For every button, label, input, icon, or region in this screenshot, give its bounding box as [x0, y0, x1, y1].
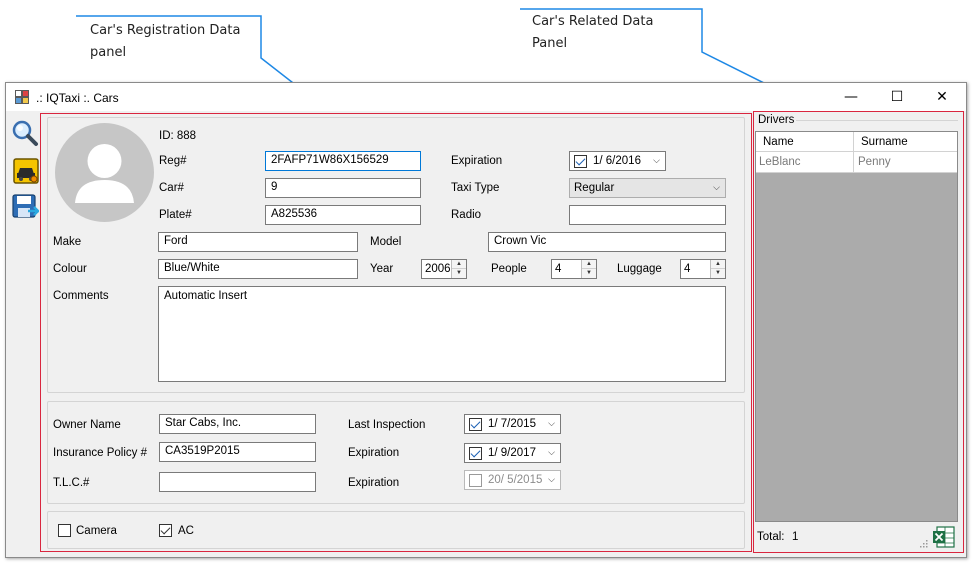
chevron-down-icon: ⌵ [548, 474, 555, 484]
radio-input[interactable] [569, 205, 726, 225]
comments-textarea[interactable]: Automatic Insert [158, 286, 726, 382]
luggage-stepper[interactable]: 4 ▲ ▼ [680, 259, 726, 279]
options-group [47, 511, 745, 549]
column-header-surname[interactable]: Surname [858, 132, 957, 151]
registration-expiration-checkbox[interactable] [574, 155, 587, 168]
search-icon[interactable] [11, 119, 39, 147]
make-input[interactable]: Ford [158, 232, 358, 252]
colour-input[interactable]: Blue/White [158, 259, 358, 279]
year-label: Year [370, 263, 394, 275]
year-down-arrow[interactable]: ▼ [452, 269, 466, 278]
registration-callout-line2: panel [90, 45, 127, 60]
tlc-label: T.L.C.# [53, 477, 90, 489]
maximize-button[interactable]: ☐ [874, 83, 920, 111]
drivers-grid-header: Name Surname [756, 132, 957, 152]
insurance-expiration-value: 1/ 9/2017 [488, 447, 536, 459]
related-callout-line1: Car's Related Data [532, 14, 654, 29]
make-label: Make [53, 236, 82, 248]
insurance-expiration-checkbox[interactable] [469, 447, 482, 460]
taxi-icon[interactable] [12, 157, 40, 185]
insurance-expiration-label: Expiration [348, 447, 400, 459]
owner-name-input[interactable]: Star Cabs, Inc. [159, 414, 316, 434]
column-header-name[interactable]: Name [760, 132, 854, 151]
ac-label: AC [178, 525, 194, 537]
tlc-expiration-picker[interactable]: 20/ 5/2015 ⌵ [464, 470, 561, 490]
people-up-arrow[interactable]: ▲ [582, 260, 596, 269]
driver-name-cell: LeBlanc [756, 152, 854, 172]
last-inspection-label: Last Inspection [348, 419, 426, 431]
registration-expiration-value: 1/ 6/2016 [593, 155, 641, 167]
window-title: .: IQTaxi :. Cars [36, 91, 119, 105]
excel-export-icon[interactable] [932, 525, 956, 549]
registration-expiration-picker[interactable]: 1/ 6/2016 ⌵ [569, 151, 666, 171]
taxi-type-select[interactable]: Regular ⌵ [569, 178, 726, 198]
people-label: People [491, 263, 527, 275]
luggage-label: Luggage [617, 263, 662, 275]
taxi-type-value: Regular [574, 182, 615, 194]
tlc-expiration-label: Expiration [348, 477, 400, 489]
car-photo-avatar[interactable] [55, 123, 154, 222]
registration-panel-callout: Car's Registration Data panel [90, 20, 240, 64]
total-label: Total: [757, 531, 785, 543]
camera-label: Camera [76, 525, 117, 537]
ac-checkbox[interactable] [159, 524, 172, 537]
person-icon [75, 144, 134, 203]
related-panel-callout: Car's Related Data Panel [532, 11, 653, 55]
year-value: 2006 [425, 263, 451, 275]
car-number-input[interactable]: 9 [265, 178, 421, 198]
taxi-type-label: Taxi Type [451, 182, 500, 194]
drivers-title-divider [796, 120, 958, 121]
table-row[interactable]: LeBlanc Penny [756, 152, 957, 173]
people-value: 4 [555, 263, 562, 275]
chevron-down-icon: ⌵ [713, 182, 720, 192]
luggage-value: 4 [684, 263, 691, 275]
chevron-down-icon: ⌵ [548, 447, 555, 457]
people-down-arrow[interactable]: ▼ [582, 269, 596, 278]
insurance-expiration-picker[interactable]: 1/ 9/2017 ⌵ [464, 443, 561, 463]
year-up-arrow[interactable]: ▲ [452, 260, 466, 269]
plate-label: Plate# [159, 209, 192, 221]
resize-grip-icon[interactable] [919, 539, 928, 548]
expiration-label: Expiration [451, 155, 503, 167]
year-stepper[interactable]: 2006 ▲ ▼ [421, 259, 467, 279]
reg-number-input[interactable]: 2FAFP71W86X156529 [265, 151, 421, 171]
colour-label: Colour [53, 263, 87, 275]
tlc-expiration-value: 20/ 5/2015 [488, 474, 543, 486]
last-inspection-checkbox[interactable] [469, 418, 482, 431]
comments-label: Comments [53, 290, 109, 302]
car-id-label: ID: 888 [159, 130, 197, 142]
chevron-down-icon: ⌵ [548, 418, 555, 428]
people-stepper[interactable]: 4 ▲ ▼ [551, 259, 597, 279]
model-input[interactable]: Crown Vic [488, 232, 726, 252]
minimize-button[interactable]: — [828, 83, 874, 111]
drivers-panel-title: Drivers [758, 114, 795, 126]
close-button[interactable]: ✕ [919, 83, 965, 111]
chevron-down-icon: ⌵ [653, 155, 660, 165]
insurance-policy-label: Insurance Policy # [53, 447, 147, 459]
total-value: 1 [792, 531, 799, 543]
tlc-expiration-checkbox[interactable] [469, 474, 482, 487]
plate-number-input[interactable]: A825536 [265, 205, 421, 225]
camera-checkbox[interactable] [58, 524, 71, 537]
insurance-policy-input[interactable]: CA3519P2015 [159, 442, 316, 462]
luggage-down-arrow[interactable]: ▼ [711, 269, 725, 278]
title-bar: .: IQTaxi :. Cars — ☐ ✕ [6, 83, 966, 111]
drivers-grid[interactable]: Name Surname LeBlanc Penny [755, 131, 958, 522]
model-label: Model [370, 236, 402, 248]
owner-name-label: Owner Name [53, 419, 121, 431]
last-inspection-picker[interactable]: 1/ 7/2015 ⌵ [464, 414, 561, 434]
reg-label: Reg# [159, 155, 187, 167]
registration-callout-line1: Car's Registration Data [90, 23, 241, 38]
last-inspection-value: 1/ 7/2015 [488, 418, 536, 430]
app-icon [15, 90, 29, 104]
save-icon[interactable] [11, 193, 39, 221]
luggage-up-arrow[interactable]: ▲ [711, 260, 725, 269]
related-callout-line2: Panel [532, 36, 568, 51]
driver-surname-cell: Penny [858, 156, 891, 168]
car-number-label: Car# [159, 182, 184, 194]
tlc-input[interactable] [159, 472, 316, 492]
radio-label: Radio [451, 209, 482, 221]
